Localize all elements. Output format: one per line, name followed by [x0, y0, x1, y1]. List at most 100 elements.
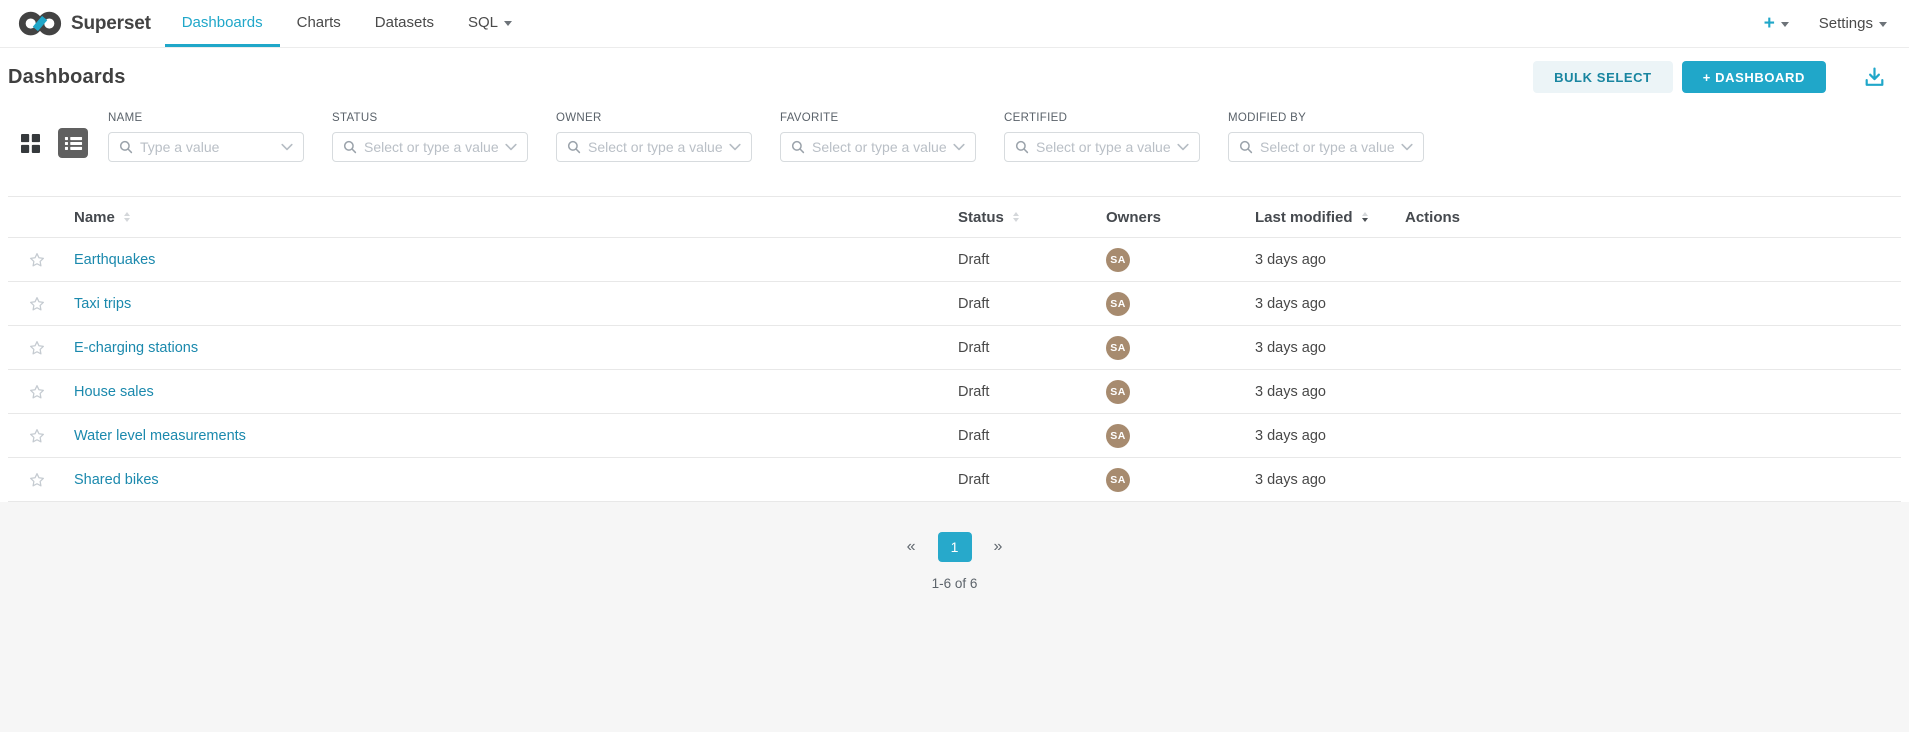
table-row: House sales Draft SA 3 days ago [8, 370, 1901, 414]
last-modified-cell: 3 days ago [1255, 428, 1405, 444]
table-header-row: Name Status Owners Last modified Actions [8, 196, 1901, 238]
favorite-star-icon[interactable] [28, 427, 46, 445]
column-header-actions: Actions [1405, 209, 1901, 226]
sort-icon [124, 212, 130, 222]
favorite-star-icon[interactable] [28, 471, 46, 489]
table-footer: « 1 » 1-6 of 6 [0, 502, 1909, 732]
favorite-star-icon[interactable] [28, 383, 46, 401]
filter-placeholder: Select or type a value [364, 139, 498, 155]
owner-avatar[interactable]: SA [1106, 292, 1130, 316]
owner-avatar[interactable]: SA [1106, 248, 1130, 272]
filter: NAME Type a value [108, 112, 304, 162]
chevron-down-icon [1879, 22, 1887, 27]
filter-placeholder: Select or type a value [588, 139, 722, 155]
column-header-name[interactable]: Name [66, 209, 958, 226]
dashboard-link[interactable]: Earthquakes [74, 252, 155, 268]
filter-input[interactable]: Select or type a value [1228, 132, 1424, 162]
import-dashboards-icon[interactable] [1862, 65, 1887, 90]
navbar-right: + Settings [1764, 0, 1893, 47]
nav-tab-label: SQL [468, 14, 498, 31]
last-modified-cell: 3 days ago [1255, 472, 1405, 488]
status-cell: Draft [958, 472, 1106, 488]
chevron-down-icon [1177, 143, 1189, 151]
favorite-star-icon[interactable] [28, 295, 46, 313]
search-icon [1239, 140, 1253, 154]
list-view-icon[interactable] [58, 128, 88, 158]
search-icon [343, 140, 357, 154]
dashboard-link[interactable]: Water level measurements [74, 428, 246, 444]
filter-input[interactable]: Select or type a value [332, 132, 528, 162]
new-item-menu[interactable]: + [1764, 14, 1789, 33]
superset-infinity-icon [18, 10, 62, 37]
column-header-last-modified[interactable]: Last modified [1255, 209, 1405, 226]
plus-icon: + [1764, 14, 1775, 33]
nav-tab-label: Dashboards [182, 14, 263, 31]
status-cell: Draft [958, 428, 1106, 444]
filter: FAVORITE Select or type a value [780, 112, 976, 162]
chevron-down-icon [953, 143, 965, 151]
nav-tab-label: Datasets [375, 14, 434, 31]
page-header: Dashboards BULK SELECT + DASHBOARD [0, 48, 1909, 106]
dashboard-link[interactable]: Taxi trips [74, 296, 131, 312]
prev-page-button[interactable]: « [907, 539, 916, 555]
nav-tab[interactable]: Dashboards [165, 0, 280, 47]
search-icon [1015, 140, 1029, 154]
filter-placeholder: Select or type a value [1260, 139, 1394, 155]
filter-label: NAME [108, 112, 304, 124]
table-row: Shared bikes Draft SA 3 days ago [8, 458, 1901, 502]
dashboards-table: Name Status Owners Last modified Actions [0, 196, 1909, 502]
dashboard-link[interactable]: House sales [74, 384, 154, 400]
status-cell: Draft [958, 296, 1106, 312]
owner-avatar[interactable]: SA [1106, 380, 1130, 404]
chevron-down-icon [1401, 143, 1413, 151]
favorite-star-icon[interactable] [28, 339, 46, 357]
table-row: Earthquakes Draft SA 3 days ago [8, 238, 1901, 282]
filter-label: CERTIFIED [1004, 112, 1200, 124]
owner-avatar[interactable]: SA [1106, 424, 1130, 448]
filter: CERTIFIED Select or type a value [1004, 112, 1200, 162]
top-navbar: Superset Dashboards Charts Datasets SQL [0, 0, 1909, 48]
filter-label: MODIFIED BY [1228, 112, 1424, 124]
filter-placeholder: Select or type a value [812, 139, 946, 155]
nav-tab[interactable]: Datasets [358, 0, 451, 47]
nav-tab-label: Charts [297, 14, 341, 31]
dashboard-link[interactable]: E-charging stations [74, 340, 198, 356]
dashboard-link[interactable]: Shared bikes [74, 472, 159, 488]
status-cell: Draft [958, 340, 1106, 356]
page-title: Dashboards [8, 66, 126, 89]
owner-avatar[interactable]: SA [1106, 468, 1130, 492]
filter-placeholder: Type a value [140, 139, 219, 155]
filter-input[interactable]: Select or type a value [1004, 132, 1200, 162]
filter-placeholder: Select or type a value [1036, 139, 1170, 155]
page-1-button[interactable]: 1 [938, 532, 972, 562]
main-nav: Dashboards Charts Datasets SQL [165, 0, 529, 47]
new-dashboard-button[interactable]: + DASHBOARD [1682, 61, 1826, 93]
column-header-status[interactable]: Status [958, 209, 1106, 226]
filter-input[interactable]: Select or type a value [556, 132, 752, 162]
chevron-down-icon [729, 143, 741, 151]
bulk-select-button[interactable]: BULK SELECT [1533, 61, 1673, 93]
status-cell: Draft [958, 252, 1106, 268]
settings-menu[interactable]: Settings [1819, 15, 1887, 32]
last-modified-cell: 3 days ago [1255, 384, 1405, 400]
next-page-button[interactable]: » [994, 539, 1003, 555]
superset-logo[interactable]: Superset [18, 0, 151, 47]
table-row: E-charging stations Draft SA 3 days ago [8, 326, 1901, 370]
chevron-down-icon [281, 143, 293, 151]
filter-input[interactable]: Select or type a value [780, 132, 976, 162]
nav-tab[interactable]: SQL [451, 0, 529, 47]
search-icon [119, 140, 133, 154]
sort-desc-icon [1362, 212, 1368, 222]
card-view-icon[interactable] [15, 128, 45, 158]
filter-label: OWNER [556, 112, 752, 124]
sort-icon [1013, 212, 1019, 222]
owner-avatar[interactable]: SA [1106, 336, 1130, 360]
nav-tab[interactable]: Charts [280, 0, 358, 47]
last-modified-cell: 3 days ago [1255, 252, 1405, 268]
column-header-owners: Owners [1106, 209, 1255, 226]
filter: STATUS Select or type a value [332, 112, 528, 162]
chevron-down-icon [504, 21, 512, 26]
filter: OWNER Select or type a value [556, 112, 752, 162]
filter-input[interactable]: Type a value [108, 132, 304, 162]
favorite-star-icon[interactable] [28, 251, 46, 269]
